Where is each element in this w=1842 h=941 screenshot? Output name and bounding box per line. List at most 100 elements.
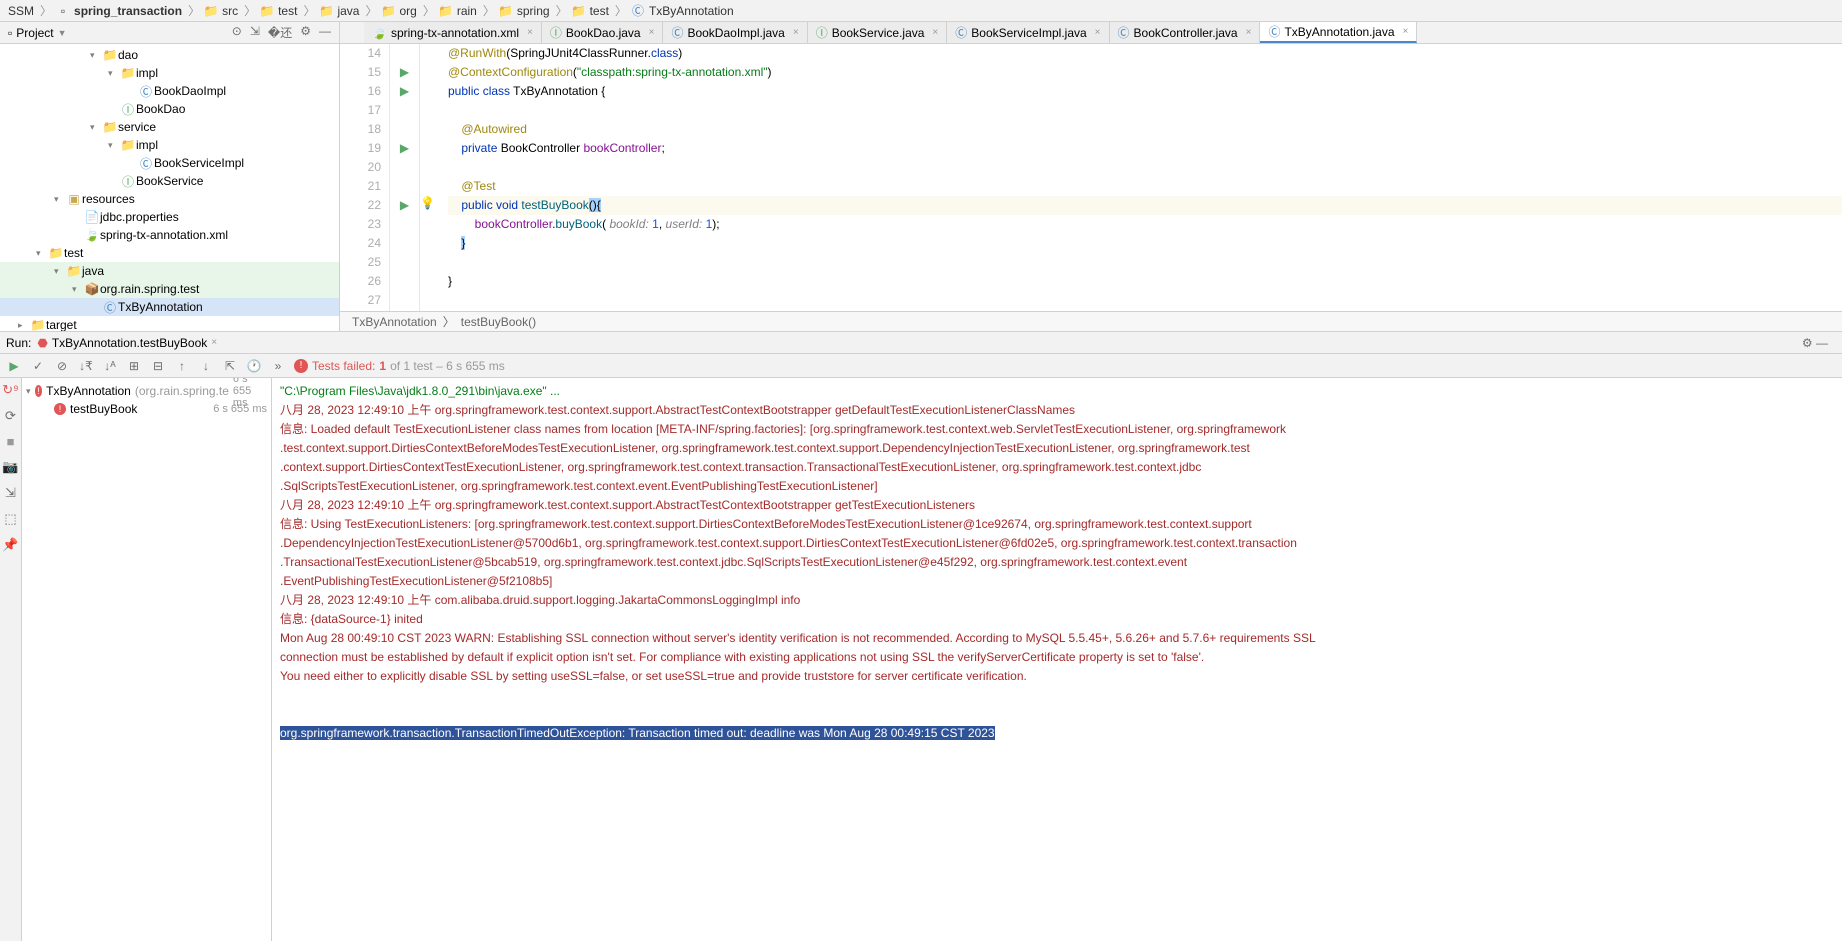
run-tab[interactable]: ⬣ TxByAnnotation.testBuyBook × <box>31 336 223 350</box>
close-icon[interactable]: × <box>793 27 799 38</box>
collapse-all-icon[interactable]: �还 <box>268 24 292 41</box>
tab-bookcontroller[interactable]: ⒸBookController.java× <box>1110 22 1261 43</box>
run-gutter-icon[interactable]: ▶ <box>390 139 419 158</box>
sort-button[interactable]: ↓₹ <box>78 359 94 373</box>
tree-folder-test[interactable]: ▾📁test <box>0 244 339 262</box>
expand-all-icon[interactable]: ⇲ <box>250 24 260 41</box>
folder-icon: 📁 <box>120 138 136 152</box>
tree-folder-impl[interactable]: ▾📁impl <box>0 136 339 154</box>
tab-bookdaoimpl[interactable]: ⒸBookDaoImpl.java× <box>663 22 807 43</box>
breadcrumb-item[interactable]: java <box>335 4 361 18</box>
test-method[interactable]: ! testBuyBook 6 s 655 ms <box>26 400 267 418</box>
breadcrumb-item[interactable]: spring_transaction <box>72 4 184 18</box>
close-icon[interactable]: × <box>932 27 938 38</box>
test-folder-icon: 📁 <box>66 264 82 278</box>
history-button[interactable]: 🕐 <box>246 359 262 373</box>
select-opened-file-icon[interactable]: ⊙ <box>232 24 242 41</box>
expand-button[interactable]: ⊞ <box>126 359 142 373</box>
tree-file-bookdaoimpl[interactable]: ⒸBookDaoImpl <box>0 82 339 100</box>
breadcrumb-method[interactable]: testBuyBook() <box>461 315 536 329</box>
project-tree[interactable]: ▾📁dao ▾📁impl ⒸBookDaoImpl ⒾBookDao ▾📁ser… <box>0 44 339 331</box>
close-icon[interactable]: × <box>649 27 655 38</box>
tree-file-jdbc-properties[interactable]: 📄jdbc.properties <box>0 208 339 226</box>
settings-icon[interactable]: ⚙ — <box>1802 336 1828 350</box>
breadcrumb-class[interactable]: TxByAnnotation <box>352 315 437 329</box>
tree-folder-impl[interactable]: ▾📁impl <box>0 64 339 82</box>
rerun-button[interactable]: ▶ <box>6 359 22 373</box>
tree-file-bookdao[interactable]: ⒾBookDao <box>0 100 339 118</box>
breadcrumb-item[interactable]: org <box>397 4 418 18</box>
close-icon[interactable]: × <box>1246 27 1252 38</box>
toggle-ignored-button[interactable]: ⊘ <box>54 359 70 373</box>
tree-folder-target[interactable]: ▸📁target <box>0 316 339 331</box>
breadcrumb-item[interactable]: SSM <box>6 4 36 18</box>
run-gutter-icon[interactable]: ▶ <box>390 63 419 82</box>
tree-file-spring-xml[interactable]: 🍃spring-tx-annotation.xml <box>0 226 339 244</box>
gutter-icons[interactable]: ▶▶▶▶ <box>390 44 420 311</box>
exception-line[interactable]: org.springframework.transaction.Transact… <box>280 726 995 740</box>
folder-icon: 📁 <box>102 48 118 62</box>
project-icon: ▫ <box>8 26 12 40</box>
tree-file-txbyannotation[interactable]: ⒸTxByAnnotation <box>0 298 339 316</box>
hide-icon[interactable]: — <box>319 24 331 41</box>
code-editor[interactable]: 1415161718192021222324252627 ▶▶▶▶ 💡 @Run… <box>340 44 1842 311</box>
close-icon[interactable]: × <box>1095 27 1101 38</box>
next-button[interactable]: ↓ <box>198 359 214 373</box>
project-selector[interactable]: ▫ Project ▼ <box>8 26 232 40</box>
close-icon[interactable]: × <box>1403 26 1409 37</box>
test-tree[interactable]: ▾ ! TxByAnnotation (org.rain.spring.te 6… <box>22 378 272 941</box>
breadcrumb-item[interactable]: TxByAnnotation <box>647 4 736 18</box>
console-output[interactable]: "C:\Program Files\Java\jdk1.8.0_291\bin\… <box>272 378 1842 941</box>
import-icon[interactable]: ⬚ <box>4 511 16 527</box>
tree-package[interactable]: ▾📦org.rain.spring.test <box>0 280 339 298</box>
run-label: Run: <box>6 336 31 350</box>
run-gutter-icon[interactable]: ▶ <box>390 82 419 101</box>
tab-bookservice[interactable]: ⒾBookService.java× <box>808 22 948 43</box>
properties-icon: 📄 <box>84 210 100 224</box>
breadcrumb-item[interactable]: test <box>276 4 299 18</box>
breadcrumb-item[interactable]: spring <box>515 4 552 18</box>
stop-icon[interactable]: ■ <box>7 434 15 449</box>
collapse-button[interactable]: ⊟ <box>150 359 166 373</box>
tree-folder-dao[interactable]: ▾📁dao <box>0 46 339 64</box>
test-status: ! Tests failed: 1 of 1 test – 6 s 655 ms <box>294 359 505 373</box>
settings-icon[interactable]: ⚙ <box>300 24 311 41</box>
sort-alpha-button[interactable]: ↓ᴬ <box>102 359 118 373</box>
breadcrumb-item[interactable]: rain <box>455 4 479 18</box>
breadcrumb-item[interactable]: test <box>588 4 611 18</box>
xml-icon: 🍃 <box>84 228 100 242</box>
test-root[interactable]: ▾ ! TxByAnnotation (org.rain.spring.te 6… <box>26 382 267 400</box>
toggle-auto-icon[interactable]: ⟳ <box>5 408 16 424</box>
tab-txbyannotation[interactable]: ⒸTxByAnnotation.java× <box>1260 22 1417 43</box>
folder-icon: 📁 <box>319 4 333 18</box>
dump-icon[interactable]: 📷 <box>2 459 18 475</box>
tree-file-bookserviceimpl[interactable]: ⒸBookServiceImpl <box>0 154 339 172</box>
class-icon: Ⓒ <box>102 299 118 316</box>
toggle-tests-button[interactable]: ✓ <box>30 359 46 373</box>
tree-folder-service[interactable]: ▾📁service <box>0 118 339 136</box>
tab-bookdao[interactable]: ⒾBookDao.java× <box>542 22 664 43</box>
pin-icon[interactable]: 📌 <box>2 537 18 553</box>
resources-icon: ▣ <box>66 192 82 206</box>
more-button[interactable]: » <box>270 359 286 373</box>
tree-folder-resources[interactable]: ▾▣resources <box>0 190 339 208</box>
code-content[interactable]: @RunWith(SpringJUnit4ClassRunner.class) … <box>440 44 1842 311</box>
fail-icon: ! <box>35 385 43 397</box>
tab-spring-xml[interactable]: 🍃spring-tx-annotation.xml× <box>364 22 542 43</box>
run-gutter-icon[interactable]: ▶ <box>390 196 419 215</box>
rerun-failed-icon[interactable]: ↻⁹ <box>2 382 18 398</box>
intention-bulb-icon[interactable]: 💡 <box>420 196 440 215</box>
breadcrumb-item[interactable]: src <box>220 4 240 18</box>
class-icon: Ⓒ <box>631 4 645 18</box>
module-icon: ▫ <box>56 4 70 18</box>
tree-folder-java[interactable]: ▾📁java <box>0 262 339 280</box>
layout-icon[interactable]: ⇲ <box>5 485 16 501</box>
tree-file-bookservice[interactable]: ⒾBookService <box>0 172 339 190</box>
breadcrumb-bar: SSM〉 ▫spring_transaction〉 📁src〉 📁test〉 📁… <box>0 0 1842 22</box>
export-button[interactable]: ⇱ <box>222 359 238 373</box>
prev-button[interactable]: ↑ <box>174 359 190 373</box>
editor-breadcrumb: TxByAnnotation 〉 testBuyBook() <box>340 311 1842 331</box>
close-icon[interactable]: × <box>211 337 217 348</box>
tab-bookserviceimpl[interactable]: ⒸBookServiceImpl.java× <box>947 22 1109 43</box>
close-icon[interactable]: × <box>527 27 533 38</box>
